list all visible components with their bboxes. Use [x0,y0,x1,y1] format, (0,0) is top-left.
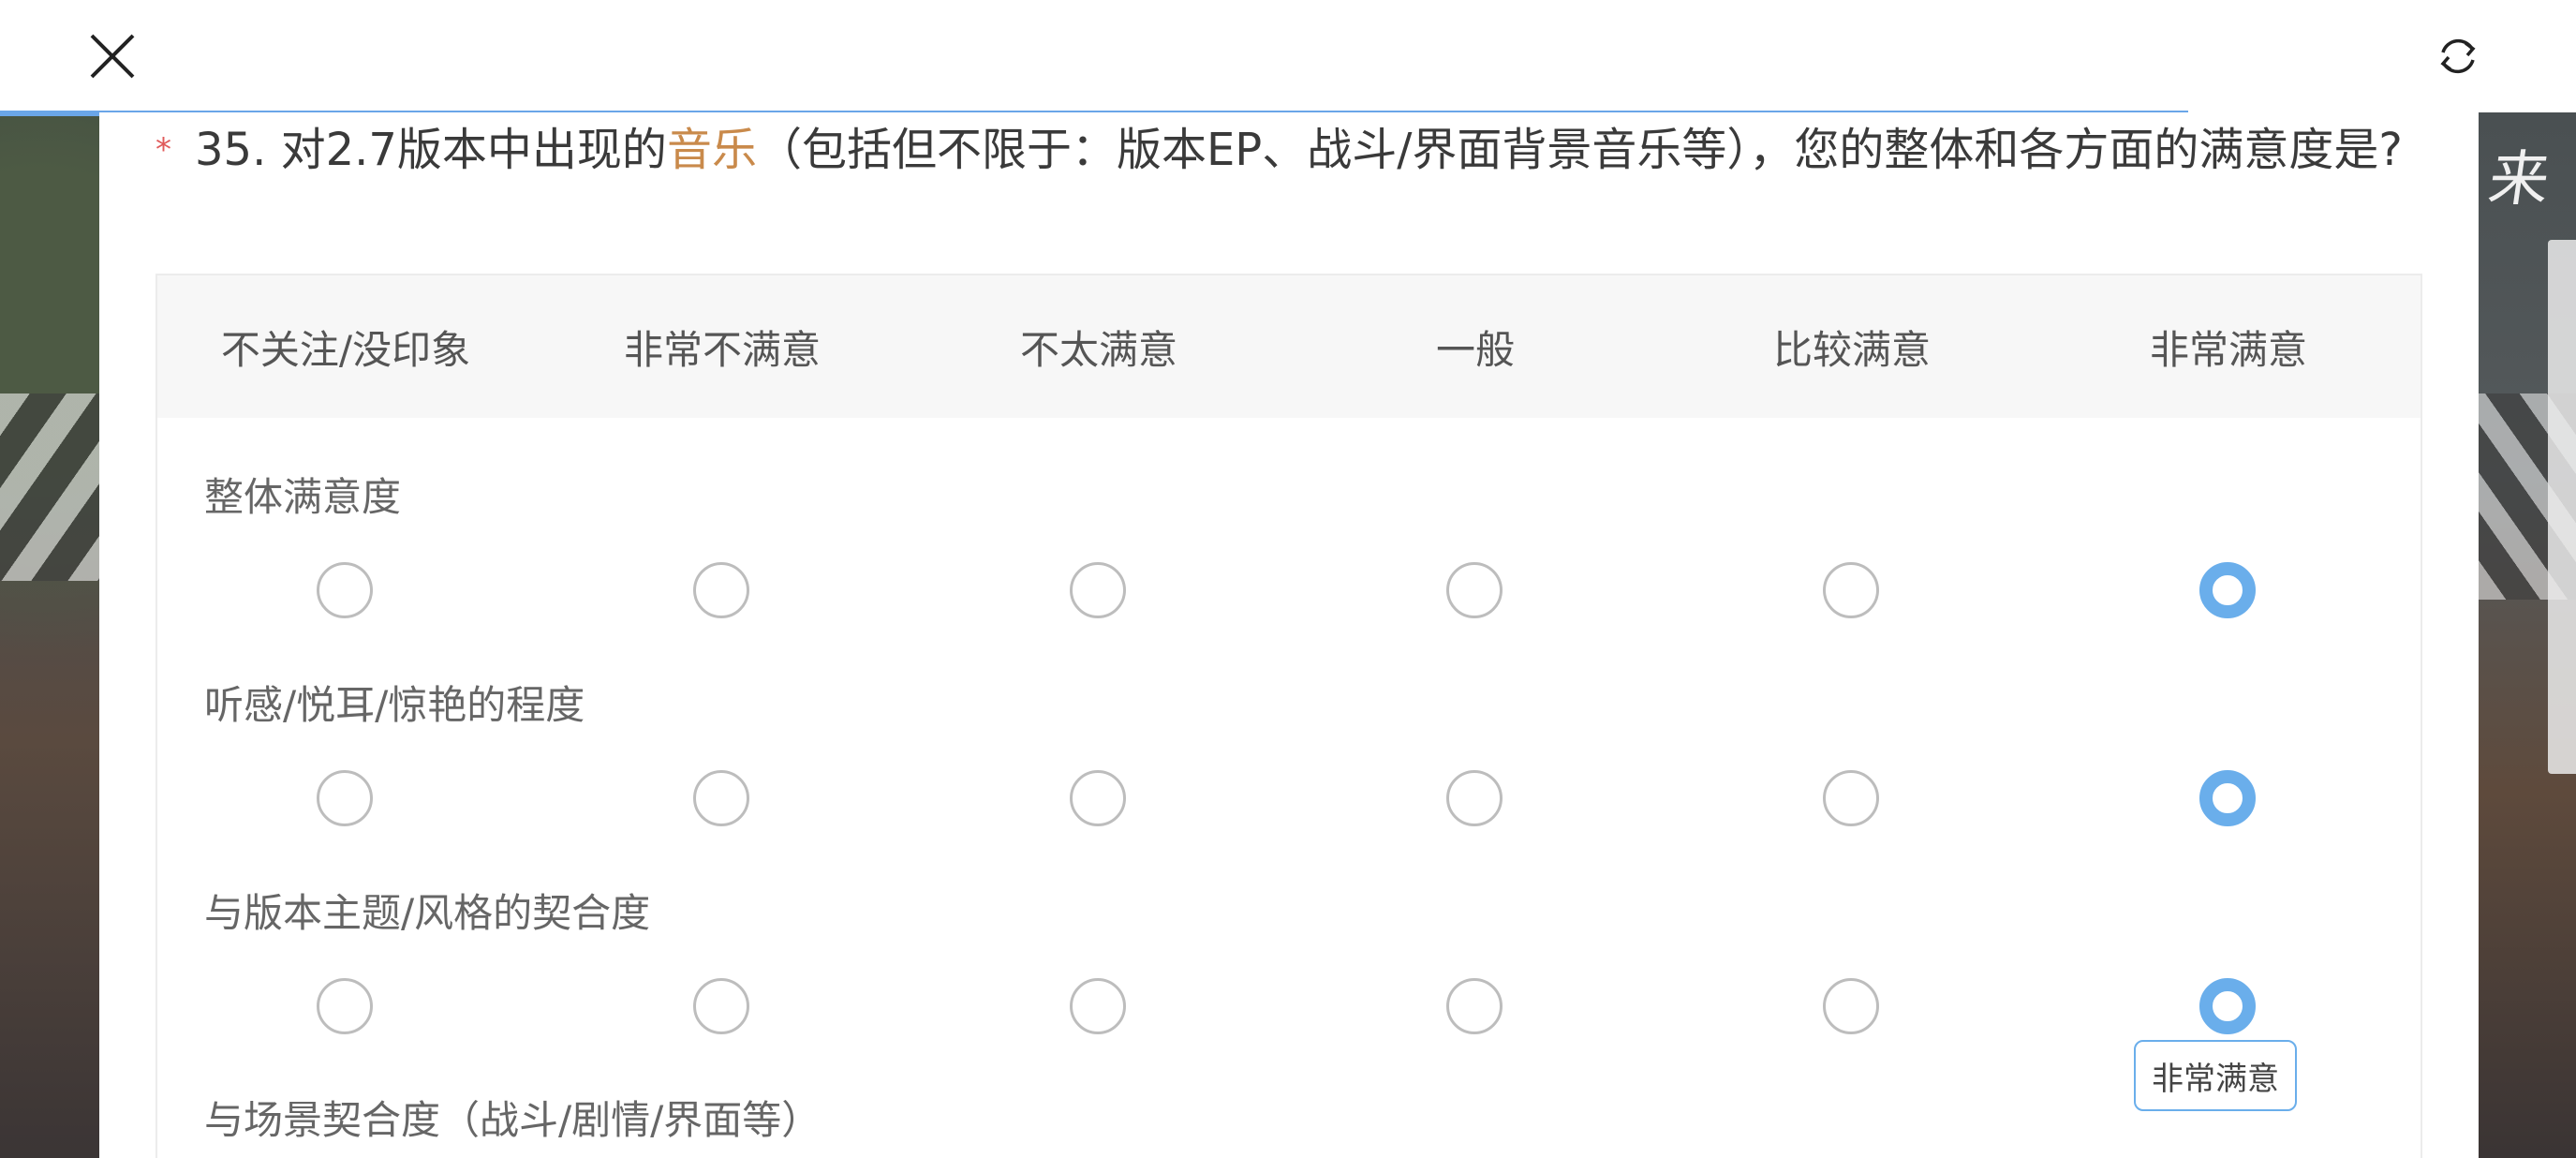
background-image-left [0,112,99,1158]
radio-option[interactable] [317,770,373,826]
row-label: 听感/悦耳/惊艳的程度 [204,682,585,728]
survey-panel: * 35. 对2.7版本中出现的音乐（包括但不限于：版本EP、战斗/界面背景音乐… [99,112,2479,1158]
radio-option[interactable] [317,562,373,618]
question-suffix: （包括但不限于：版本EP、战斗/界面背景音乐等），您的整体和各方面的满意度是? [756,124,2403,176]
radio-option[interactable] [1070,770,1126,826]
row-label: 整体满意度 [204,474,402,520]
row-label: 与场景契合度（战斗/剧情/界面等） [204,1097,822,1143]
radio-option[interactable] [1823,562,1879,618]
background-image-right: 来 [2479,112,2576,1158]
radio-option[interactable] [2199,562,2256,618]
close-icon [90,34,135,79]
radio-option[interactable] [1070,562,1126,618]
rating-matrix: 不关注/没印象 非常不满意 不太满意 一般 比较满意 非常满意 整体满意度 听感… [155,274,2422,1158]
row-label: 与版本主题/风格的契合度 [204,890,651,936]
required-mark: * [155,131,171,169]
radio-option[interactable] [2199,978,2256,1034]
matrix-header: 不关注/没印象 非常不满意 不太满意 一般 比较满意 非常满意 [157,275,2421,418]
question-text: 35. 对2.7版本中出现的音乐（包括但不限于：版本EP、战斗/界面背景音乐等）… [155,112,2441,187]
refresh-button[interactable] [2434,32,2482,81]
radio-option[interactable] [1446,978,1503,1034]
radio-option[interactable] [317,978,373,1034]
question-prefix: 35. 对2.7版本中出现的 [195,124,667,176]
close-button[interactable] [84,28,141,84]
top-bar [0,0,2576,112]
radio-option[interactable] [1823,978,1879,1034]
column-header: 非常不满意 [623,326,821,373]
radio-option[interactable] [693,978,749,1034]
radio-option[interactable] [1070,978,1126,1034]
radio-option[interactable] [2199,770,2256,826]
scrollbar-thumb[interactable] [2548,240,2576,774]
background-logo: 来 [2483,145,2554,215]
column-header: 比较满意 [1772,326,1931,373]
column-header: 不太满意 [1019,326,1177,373]
refresh-icon [2440,38,2476,74]
radio-option[interactable] [693,562,749,618]
radio-option[interactable] [1446,770,1503,826]
column-header: 非常满意 [2149,326,2307,373]
selection-tooltip: 非常满意 [2134,1040,2297,1111]
column-header: 一般 [1435,326,1515,373]
question-highlight: 音乐 [666,124,757,176]
radio-option[interactable] [1446,562,1503,618]
question-title: * 35. 对2.7版本中出现的音乐（包括但不限于：版本EP、战斗/界面背景音乐… [155,112,2441,187]
column-header: 不关注/没印象 [220,326,471,373]
radio-option[interactable] [693,770,749,826]
radio-option[interactable] [1823,770,1879,826]
